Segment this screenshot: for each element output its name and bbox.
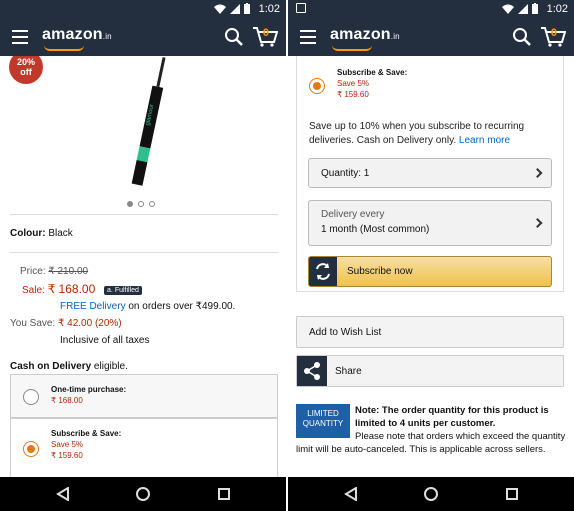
- menu-icon[interactable]: [12, 30, 28, 44]
- android-nav-bar: [0, 477, 286, 511]
- subscribe-radio[interactable]: [23, 441, 39, 457]
- fulfilled-badge: a. Fulfilled: [104, 285, 142, 295]
- status-icons: [214, 3, 250, 14]
- app-bar: amazon.in 0: [0, 18, 286, 56]
- subscribe-radio[interactable]: [309, 78, 325, 94]
- image-carousel-dots[interactable]: [127, 201, 155, 207]
- back-icon[interactable]: [344, 487, 358, 501]
- home-icon[interactable]: [136, 487, 150, 501]
- carousel-dot[interactable]: [149, 201, 155, 207]
- sale-row: Sale: ₹ 168.00 a. Fulfilled: [22, 282, 142, 296]
- search-icon[interactable]: [224, 27, 244, 47]
- share-icon: [297, 356, 327, 386]
- wifi-icon: [214, 4, 226, 14]
- status-bar: 1:02: [288, 0, 574, 18]
- free-delivery-link[interactable]: FREE Delivery: [60, 301, 126, 312]
- refresh-icon: [309, 257, 337, 286]
- chevron-right-icon: [532, 218, 543, 228]
- delivery-row: FREE Delivery on orders over ₹499.00.: [60, 301, 236, 312]
- signal-icon: [518, 3, 528, 14]
- carousel-dot[interactable]: [127, 201, 133, 207]
- subscribe-now-button[interactable]: Subscribe now: [308, 256, 552, 287]
- battery-icon: [244, 3, 250, 14]
- right-screen: 1:02 amazon.in 0 Subscribe & Save: Save …: [288, 0, 574, 511]
- cod-eligibility: Cash on Delivery eligible.: [10, 361, 128, 372]
- one-time-radio[interactable]: [23, 389, 39, 405]
- cart-count: 0: [550, 27, 557, 39]
- add-to-wish-list-button[interactable]: Add to Wish List: [296, 316, 564, 348]
- you-save-row: You Save: ₹ 42.00 (20%): [10, 318, 122, 329]
- chevron-right-icon: [532, 168, 543, 178]
- product-image[interactable]: glamour: [70, 56, 220, 196]
- one-time-purchase-option[interactable]: One-time purchase: ₹ 168.00: [10, 374, 278, 418]
- subscribe-content: Subscribe & Save: Save 5% ₹ 159.60 Save …: [288, 56, 574, 477]
- price-row: Price: ₹ 210.00: [20, 266, 89, 277]
- taxes-note: Inclusive of all taxes: [60, 335, 150, 346]
- home-icon[interactable]: [424, 487, 438, 501]
- divider: [10, 252, 278, 253]
- cart-count: 0: [262, 27, 269, 39]
- back-icon[interactable]: [56, 487, 70, 501]
- sale-price: ₹ 168.00: [47, 282, 96, 296]
- colour-row: Colour: Black: [10, 228, 73, 239]
- mrp-price: ₹ 210.00: [48, 266, 89, 277]
- share-button[interactable]: Share: [296, 355, 564, 387]
- subscribe-save-option[interactable]: Subscribe & Save: Save 5% ₹ 159.60: [10, 418, 278, 477]
- learn-more-link[interactable]: Learn more: [459, 135, 510, 146]
- delivery-frequency-select[interactable]: Delivery every 1 month (Most common): [308, 200, 552, 246]
- wifi-icon: [502, 4, 514, 14]
- status-bar: 1:02: [0, 0, 286, 18]
- recents-icon[interactable]: [218, 488, 230, 500]
- menu-icon[interactable]: [300, 30, 316, 44]
- product-content: 20% off glamour Colour: Black Price: ₹ 21…: [0, 56, 286, 477]
- amazon-logo[interactable]: amazon.in: [330, 26, 400, 44]
- status-time: 1:02: [258, 3, 280, 15]
- quantity-limit-note: Note: The order quantity for this produc…: [296, 405, 566, 455]
- carousel-dot[interactable]: [138, 201, 144, 207]
- search-icon[interactable]: [512, 27, 532, 47]
- signal-icon: [230, 3, 240, 14]
- subscribe-description: Save up to 10% when you subscribe to rec…: [309, 121, 525, 146]
- notification-icon: [296, 3, 306, 13]
- left-screen: 1:02 amazon.in 0 20% off glamour Colour: …: [0, 0, 286, 511]
- amazon-smile: [44, 45, 84, 51]
- separator: [288, 300, 574, 310]
- divider: [10, 214, 278, 215]
- quantity-select[interactable]: Quantity: 1: [308, 158, 552, 188]
- battery-icon: [532, 3, 538, 14]
- android-nav-bar: [288, 477, 574, 511]
- app-bar: amazon.in 0: [288, 18, 574, 56]
- amazon-logo[interactable]: amazon.in: [42, 26, 112, 44]
- savings-value: ₹ 42.00 (20%): [58, 318, 122, 329]
- discount-badge: 20% off: [9, 56, 43, 84]
- amazon-smile: [332, 45, 372, 51]
- recents-icon[interactable]: [506, 488, 518, 500]
- status-time: 1:02: [546, 3, 568, 15]
- status-icons: [502, 3, 538, 14]
